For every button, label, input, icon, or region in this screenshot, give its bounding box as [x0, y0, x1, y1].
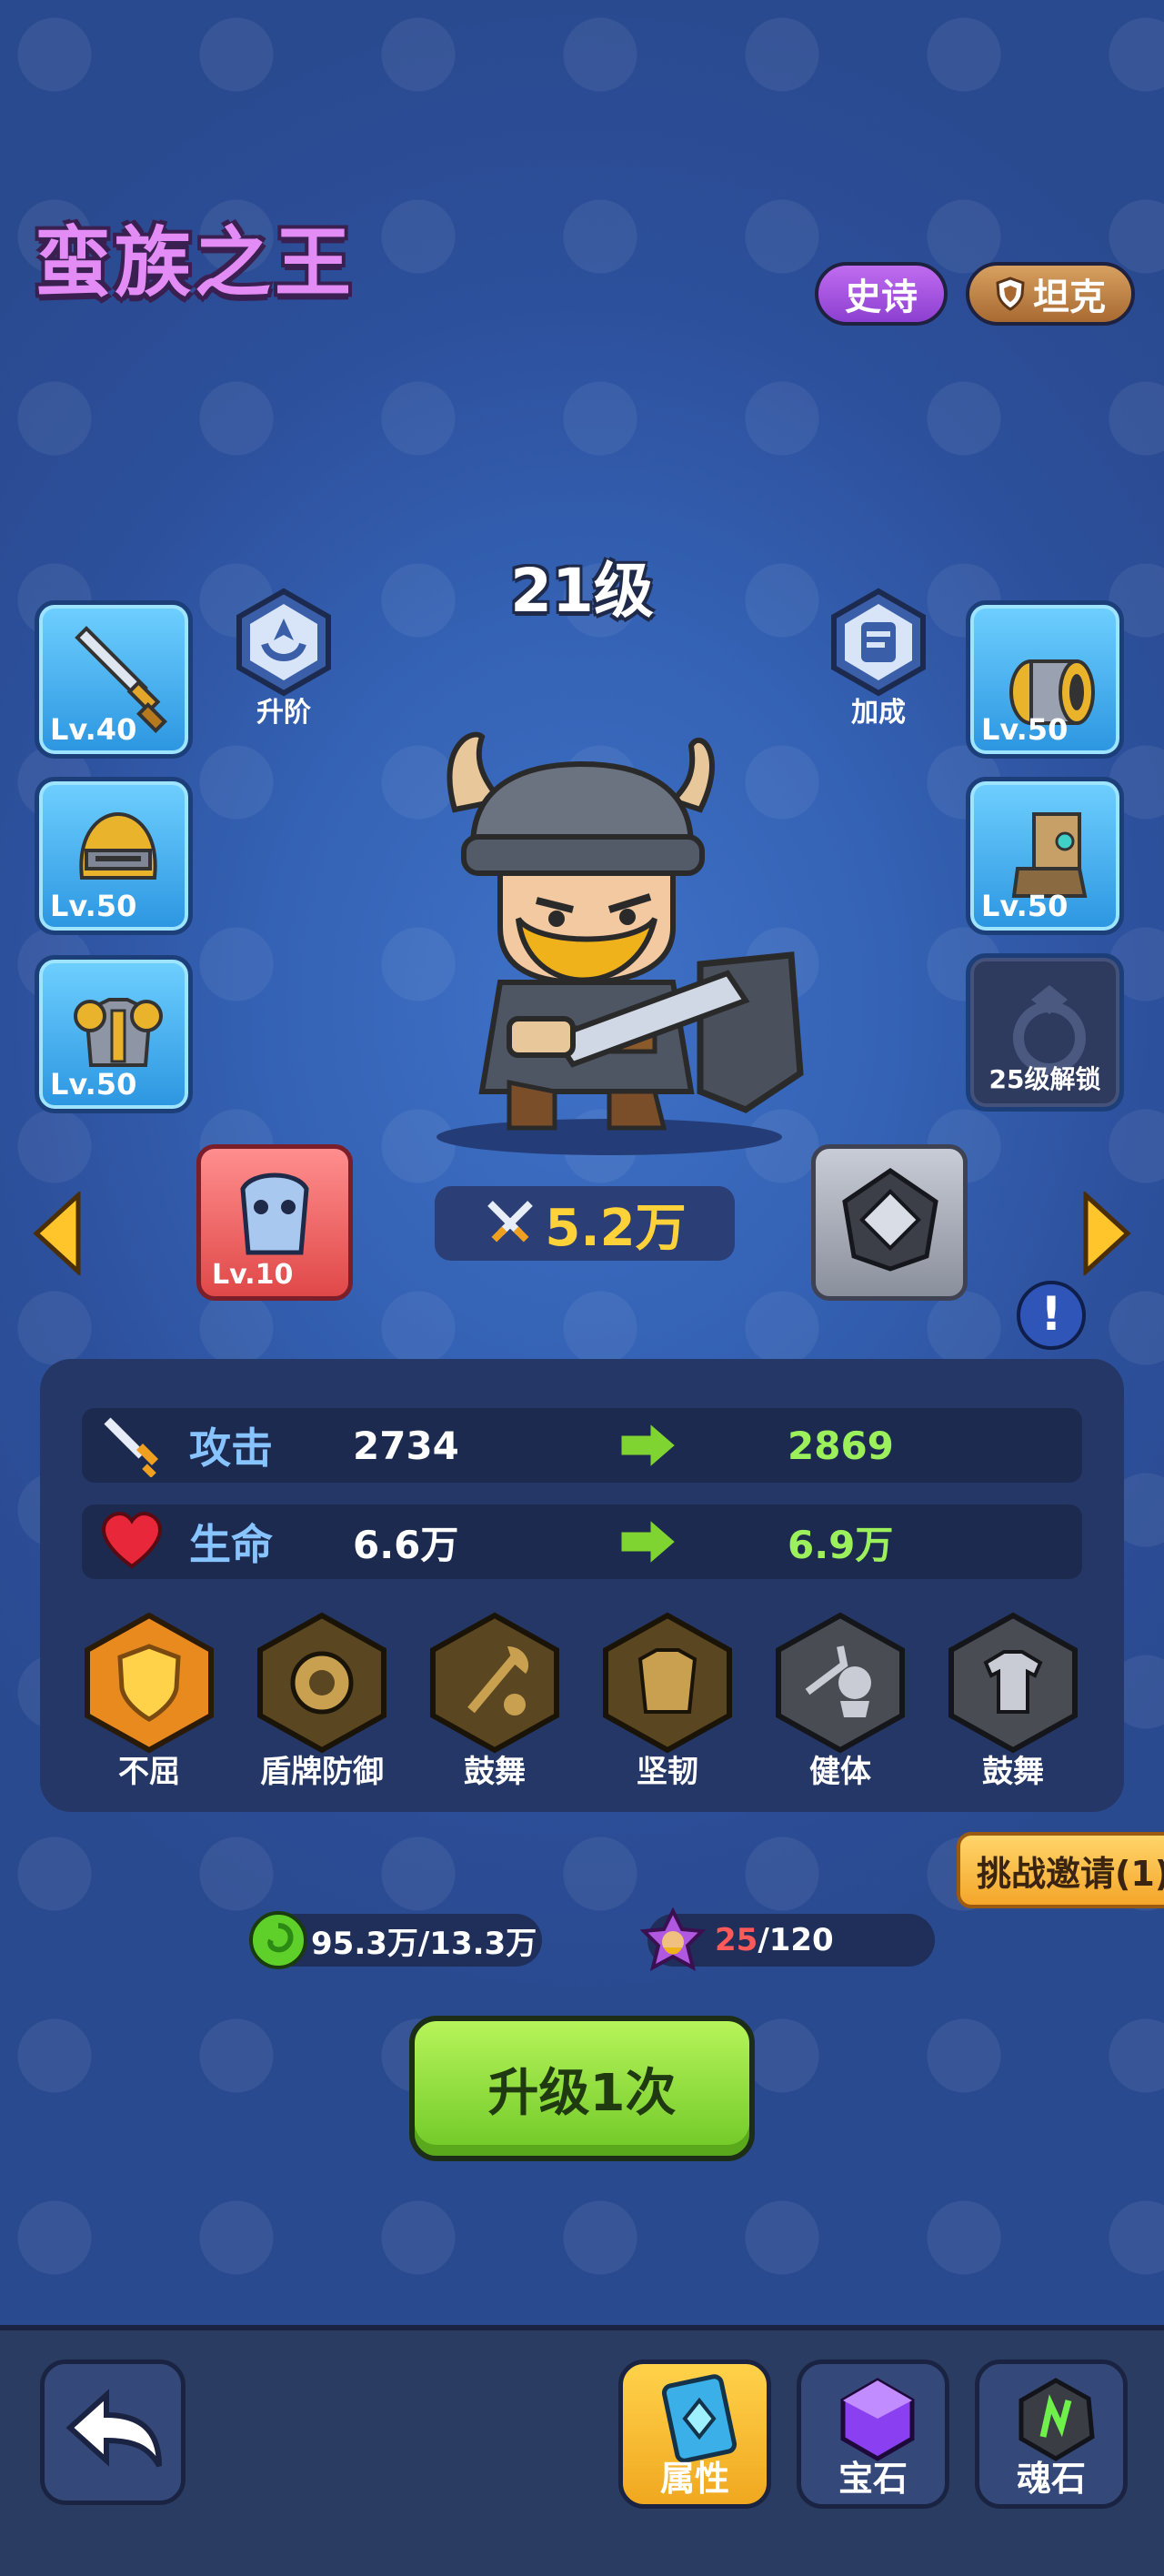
equip-slot-boots[interactable]: Lv.50	[966, 777, 1124, 935]
background-pattern	[0, 0, 1164, 2576]
skill-unyielding[interactable]: 不屈	[80, 1610, 218, 1791]
physique-skill-icon	[776, 1612, 905, 1754]
rarity-tag: 史诗	[815, 262, 948, 326]
shield-defense-skill-icon	[257, 1612, 386, 1754]
increase-arrow-icon	[618, 1420, 679, 1471]
equip-level: Lv.50	[50, 889, 137, 923]
shard-current: 25	[715, 1922, 758, 1958]
axe-skull-skill-icon	[430, 1612, 559, 1754]
stat-current: 6.6万	[353, 1522, 459, 1567]
exp-resource-value: 95.3万/13.3万	[311, 1925, 537, 1962]
equip-slot-sword[interactable]: Lv.40	[35, 600, 193, 759]
artifact-slot[interactable]: Lv.10	[196, 1144, 353, 1301]
hero-shard-icon	[640, 1907, 706, 1971]
armor-piece-icon	[240, 1172, 309, 1255]
rune-slot[interactable]	[811, 1144, 968, 1301]
bonus-button[interactable]: 加成	[824, 588, 933, 730]
tab-label: 属性	[659, 2459, 729, 2499]
skill-inspire-2[interactable]: 鼓舞	[944, 1610, 1082, 1791]
equip-slot-ring-locked[interactable]: 25级解锁	[966, 953, 1124, 1112]
advance-button[interactable]: 升阶	[229, 588, 338, 730]
skill-inspire-1[interactable]: 鼓舞	[426, 1610, 564, 1791]
stat-next: 2869	[788, 1423, 894, 1468]
challenge-invite-button[interactable]: 挑战邀请(1)	[957, 1832, 1164, 1908]
back-arrow-icon	[65, 2389, 162, 2468]
stat-row-attack: 攻击 2734 2869	[82, 1408, 1082, 1483]
list-icon	[831, 588, 926, 697]
info-button[interactable]: !	[1017, 1281, 1086, 1350]
equip-level: Lv.50	[981, 889, 1069, 923]
hero-character	[436, 731, 804, 1155]
shirt-skill-icon	[948, 1612, 1078, 1754]
hero-shard-resource: 25 /120	[640, 1907, 935, 1971]
back-button[interactable]	[40, 2360, 186, 2505]
advance-icon	[236, 588, 331, 697]
skill-label: 盾牌防御	[260, 1754, 384, 1790]
stat-name: 攻击	[189, 1424, 273, 1473]
golden-shield-skill-icon	[85, 1612, 214, 1754]
attack-sword-icon	[104, 1417, 159, 1477]
tab-gems[interactable]: 宝石	[797, 2360, 949, 2509]
crossed-swords-icon	[487, 1201, 534, 1243]
hero-name: 蛮族之王	[35, 218, 356, 307]
upgrade-once-button[interactable]: 升级1次	[409, 2016, 755, 2161]
previous-hero-arrow[interactable]	[31, 1192, 84, 1275]
next-hero-arrow[interactable]	[1080, 1192, 1133, 1275]
rune-emblem-icon	[842, 1167, 938, 1272]
class-tag: 坦克	[966, 262, 1135, 326]
rarity-tag-label: 史诗	[845, 277, 918, 318]
combat-power-value: 5.2万	[545, 1198, 687, 1258]
stat-next: 6.9万	[788, 1522, 894, 1567]
class-tag-label: 坦克	[1033, 277, 1106, 318]
stat-row-health: 生命 6.6万 6.9万	[82, 1504, 1082, 1579]
shield-icon	[996, 277, 1025, 311]
equip-slot-helmet[interactable]: Lv.50	[35, 777, 193, 935]
equip-level: Lv.50	[50, 1067, 137, 1102]
unlock-requirement: 25级解锁	[988, 1064, 1101, 1094]
equip-slot-chest[interactable]: Lv.50	[35, 955, 193, 1113]
combat-power: 5.2万	[435, 1186, 735, 1261]
stat-current: 2734	[353, 1423, 459, 1468]
tab-attributes[interactable]: 属性	[618, 2360, 771, 2509]
tab-label: 魂石	[1016, 2459, 1086, 2499]
skill-physique[interactable]: 健体	[771, 1610, 909, 1791]
artifact-level: Lv.10	[212, 1259, 294, 1291]
skill-toughness[interactable]: 坚韧	[598, 1610, 737, 1791]
equip-level: Lv.40	[50, 712, 137, 747]
equip-level: Lv.50	[981, 712, 1069, 747]
heart-icon	[101, 1511, 163, 1569]
armor-skill-icon	[603, 1612, 732, 1754]
skill-shield-defense[interactable]: 盾牌防御	[253, 1610, 391, 1791]
stat-name: 生命	[189, 1520, 273, 1569]
shard-total: /120	[758, 1922, 834, 1958]
tab-soulstones[interactable]: 魂石	[975, 2360, 1128, 2509]
green-orb-icon	[249, 1911, 307, 1969]
exp-resource: 95.3万/13.3万	[249, 1911, 542, 1969]
equip-slot-bracer[interactable]: Lv.50	[966, 600, 1124, 759]
increase-arrow-icon	[618, 1516, 679, 1567]
tab-label: 宝石	[838, 2459, 908, 2499]
